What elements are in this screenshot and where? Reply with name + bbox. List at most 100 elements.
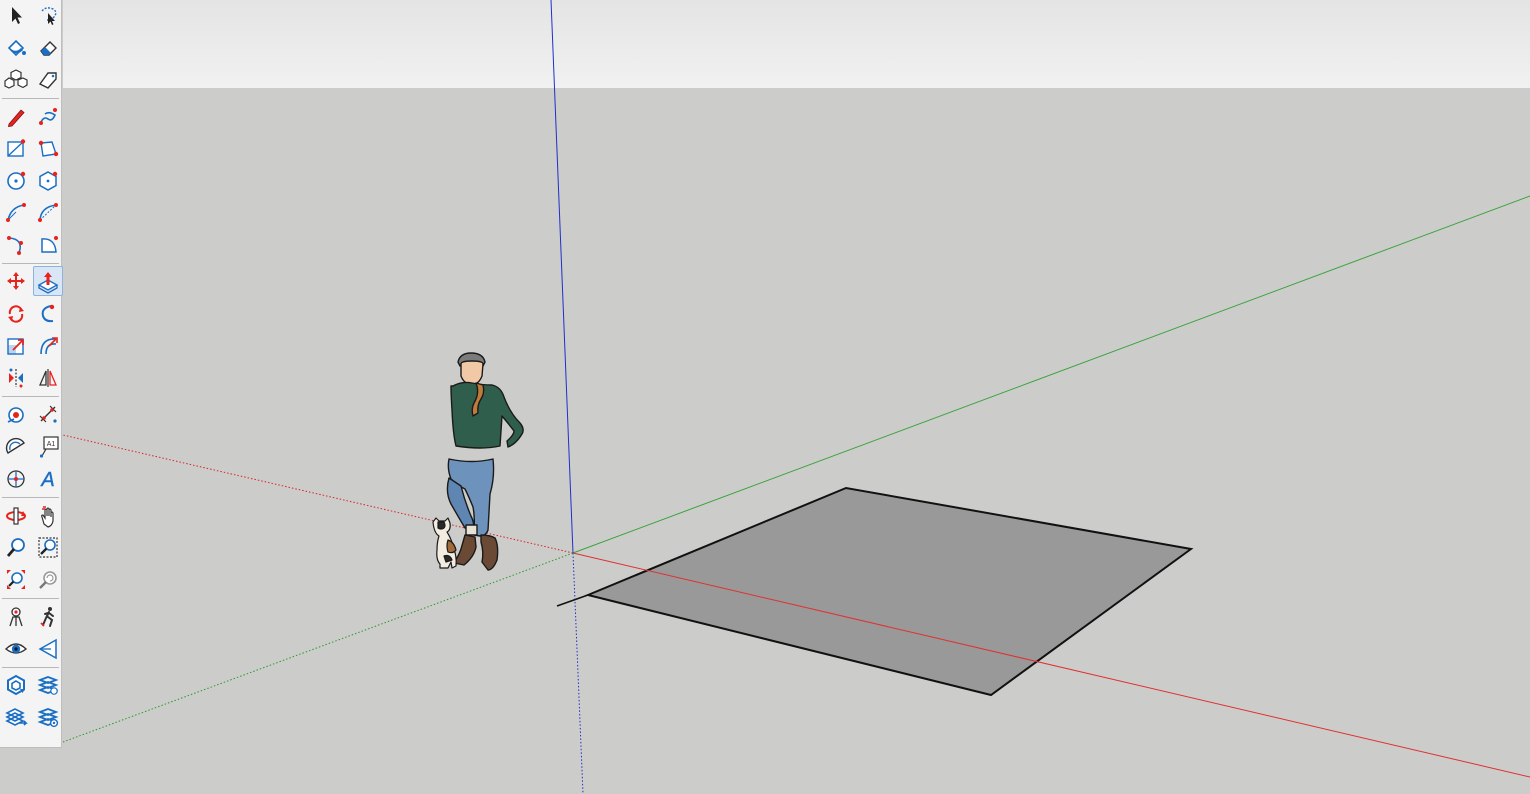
tape-measure-tool-button[interactable] [1, 399, 31, 429]
large-tool-set-toolbar: A1 A [0, 0, 63, 748]
toolbar-separator [2, 98, 59, 99]
pencil-icon [7, 109, 25, 127]
toolbar-separator [2, 497, 59, 498]
rotated-rectangle-tool-button[interactable] [33, 133, 63, 163]
look-around-tool-button[interactable] [1, 633, 31, 663]
rotated-rectangle-icon [38, 140, 59, 157]
offset-icon [40, 337, 58, 355]
svg-text:A: A [40, 469, 54, 491]
three-point-arc-icon [7, 236, 23, 255]
mirror-icon [39, 369, 57, 387]
component-cubes-icon [4, 69, 28, 89]
text-label-icon: A1 [39, 436, 59, 458]
extension-warehouse-tool-button[interactable] [33, 670, 63, 700]
follow-me-tool-button[interactable] [33, 298, 63, 328]
push-pull-tool-button[interactable] [33, 266, 63, 296]
text-tool-button[interactable]: A1 [33, 431, 63, 461]
previous-view-icon [39, 571, 57, 589]
lasso-tool-button[interactable] [33, 0, 63, 30]
two-point-arc-tool-button[interactable] [33, 197, 63, 227]
section-plane-icon [38, 638, 57, 660]
polygon-tool-button[interactable] [33, 165, 63, 195]
pie-tool-button[interactable] [33, 229, 63, 259]
extension-manager-icon [37, 708, 59, 728]
select-tool-button[interactable] [1, 0, 31, 30]
layout-send-icon [5, 708, 28, 726]
scale-icon [7, 338, 24, 355]
dimension-tool-button[interactable] [33, 399, 63, 429]
offset-tool-button[interactable] [33, 330, 63, 360]
mirror-tool-button[interactable] [33, 362, 63, 392]
freehand-tool-button[interactable] [33, 101, 63, 131]
rotate-icon [8, 305, 24, 323]
eraser-tool-button[interactable] [33, 32, 63, 62]
toolbar-group [0, 500, 61, 596]
3d-warehouse-tool-button[interactable] [1, 670, 31, 700]
toolbar-separator [2, 263, 59, 264]
position-camera-tool-button[interactable] [1, 601, 31, 631]
three-point-arc-tool-button[interactable] [1, 229, 31, 259]
line-tool-button[interactable] [1, 101, 31, 131]
flip-tool-button[interactable] [1, 362, 31, 392]
circle-tool-button[interactable] [1, 165, 31, 195]
3d-text-tool-button[interactable]: A [33, 463, 63, 493]
zoom-tool-button[interactable] [1, 532, 31, 562]
follow-me-icon [41, 304, 55, 323]
flip-icon [9, 368, 23, 388]
zoom-window-icon [38, 537, 58, 558]
rotate-tool-button[interactable] [1, 298, 31, 328]
tape-measure-icon [7, 407, 24, 423]
zoom-window-tool-button[interactable] [33, 532, 63, 562]
sky-gradient [63, 0, 1530, 88]
warehouse-icon [7, 674, 25, 696]
toolbar-group [0, 670, 61, 734]
zoom-extents-tool-button[interactable] [1, 564, 31, 594]
zoom-extents-icon [7, 570, 25, 589]
3d-text-icon: A [40, 469, 55, 491]
freehand-icon [39, 108, 57, 125]
position-camera-icon [9, 607, 23, 627]
modeling-viewport[interactable] [63, 0, 1530, 794]
toolbar-separator [2, 598, 59, 599]
look-around-eye-icon [4, 643, 28, 654]
scene-canvas[interactable] [63, 0, 1530, 794]
previous-view-tool-button[interactable] [33, 564, 63, 594]
make-component-tool-button[interactable] [1, 64, 31, 94]
lasso-select-icon [41, 7, 57, 25]
protractor-tool-button[interactable] [1, 431, 31, 461]
protractor-icon [5, 437, 25, 454]
svg-text:A1: A1 [47, 441, 56, 448]
layout-send-tool-button[interactable] [1, 702, 31, 732]
axes-tool-button[interactable] [1, 463, 31, 493]
circle-icon [7, 171, 26, 190]
ground-background [63, 88, 1530, 794]
walk-tool-button[interactable] [33, 601, 63, 631]
zoom-icon [6, 538, 25, 557]
toolbar-separator [2, 396, 59, 397]
paint-bucket-icon [7, 39, 26, 57]
pan-tool-button[interactable] [33, 500, 63, 530]
rectangle-icon [7, 139, 26, 157]
toolbar-group [0, 0, 61, 96]
toolbar-group: A1 A [0, 399, 61, 495]
toolbar-separator [2, 667, 59, 668]
extension-manager-tool-button[interactable] [33, 702, 63, 732]
axes-icon [7, 470, 25, 488]
arc-icon [6, 203, 26, 222]
dimension-icon [39, 405, 57, 423]
rectangle-tool-button[interactable] [1, 133, 31, 163]
section-plane-tool-button[interactable] [33, 633, 63, 663]
paint-bucket-tool-button[interactable] [1, 32, 31, 62]
toolbar-group [0, 101, 61, 261]
extension-warehouse-icon [37, 676, 59, 695]
pan-hand-icon [41, 506, 54, 528]
orbit-tool-button[interactable] [1, 500, 31, 530]
pie-icon [41, 236, 58, 253]
move-tool-button[interactable] [1, 266, 31, 296]
two-point-arc-icon [38, 203, 58, 222]
move-arrows-icon [7, 272, 25, 290]
toolbar-group [0, 601, 61, 665]
arc-tool-button[interactable] [1, 197, 31, 227]
tag-tool-button[interactable] [33, 64, 63, 94]
scale-tool-button[interactable] [1, 330, 31, 360]
